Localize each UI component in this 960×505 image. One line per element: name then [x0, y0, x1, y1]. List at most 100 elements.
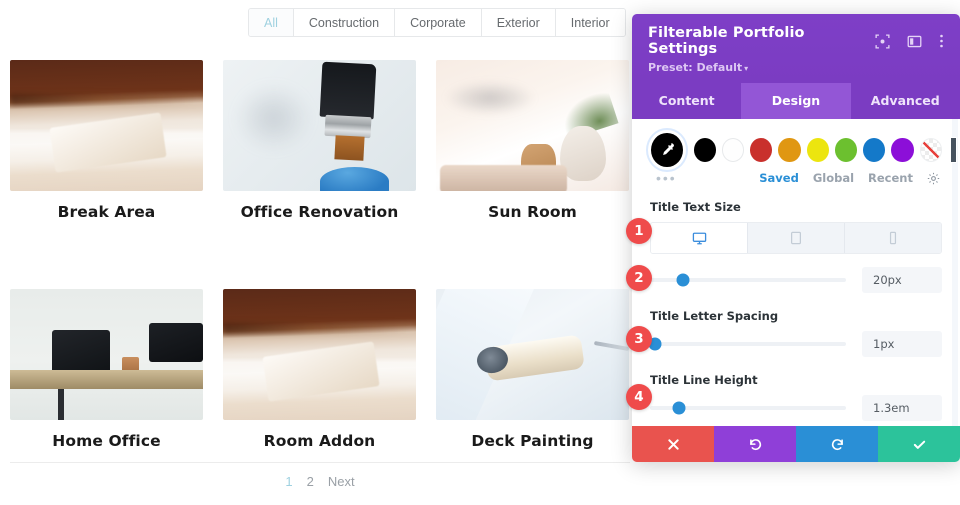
swatch-red[interactable]	[750, 138, 773, 162]
title-text-size-value[interactable]: 20px	[862, 267, 942, 293]
page-2-link[interactable]: 2	[307, 474, 314, 489]
tab-design[interactable]: Design	[741, 83, 851, 119]
tablet-icon[interactable]	[748, 223, 845, 253]
portfolio-item[interactable]: Home Office	[0, 289, 213, 450]
field-label: Title Line Height	[650, 373, 758, 387]
portfolio-image-room-addon[interactable]	[223, 289, 416, 420]
filter-construction[interactable]: Construction	[293, 9, 396, 36]
title-letter-spacing-value[interactable]: 1px	[862, 331, 942, 357]
layout-icon[interactable]	[907, 34, 922, 49]
swatch-green[interactable]	[834, 138, 858, 162]
field-label: Title Letter Spacing	[650, 309, 779, 323]
content-divider	[10, 462, 630, 463]
palette-saved-link[interactable]: Saved	[759, 171, 799, 185]
portfolio-item[interactable]: Sun Room	[426, 60, 639, 221]
device-toggle	[650, 222, 942, 254]
field-label: Title Text Size	[650, 200, 741, 214]
more-vertical-icon[interactable]	[939, 33, 944, 49]
portfolio-title: Office Renovation	[240, 203, 399, 221]
save-button[interactable]	[878, 426, 960, 462]
portfolio-filter-bar: All Construction Corporate Exterior Inte…	[248, 8, 626, 37]
next-page-link[interactable]: Next	[328, 474, 355, 489]
color-swatch-row	[650, 133, 943, 167]
modal-body: ••• Saved Global Recent Title Text Size	[632, 119, 960, 426]
chevron-down-icon: ▾	[744, 64, 749, 73]
desktop-icon[interactable]	[651, 223, 748, 253]
palette-links: Saved Global Recent	[650, 171, 942, 185]
thumbnail-wrap[interactable]	[213, 60, 426, 191]
field-title-letter-spacing: Title Letter Spacing 1px	[648, 309, 942, 357]
tab-advanced[interactable]: Advanced	[851, 83, 960, 119]
gear-icon[interactable]	[927, 172, 940, 185]
filter-corporate[interactable]: Corporate	[395, 9, 482, 36]
thumbnail-wrap[interactable]	[426, 60, 639, 191]
redo-button[interactable]	[796, 426, 878, 462]
portfolio-image-sun-room[interactable]	[436, 60, 629, 191]
tab-content[interactable]: Content	[632, 83, 741, 119]
swatch-orange[interactable]	[778, 138, 801, 162]
slider-row-line-height: 1.3em	[650, 395, 942, 421]
swatch-yellow[interactable]	[806, 138, 829, 162]
page-1-link[interactable]: 1	[285, 474, 292, 489]
modal-header-icons	[875, 33, 944, 49]
slider-knob[interactable]	[672, 401, 686, 415]
modal-tabs: Content Design Advanced	[632, 83, 960, 119]
portfolio-title: Deck Painting	[471, 432, 594, 450]
phone-icon[interactable]	[845, 223, 941, 253]
filter-all[interactable]: All	[249, 9, 294, 36]
slider-knob[interactable]	[676, 273, 690, 287]
field-title-text-size: Title Text Size 20px	[650, 200, 942, 293]
swatch-transparent[interactable]	[919, 138, 943, 162]
step-badge-2: 2	[626, 265, 652, 291]
screenshot-root: All Construction Corporate Exterior Inte…	[0, 0, 960, 505]
preset-label: Preset: Default	[648, 61, 743, 74]
portfolio-title: Home Office	[52, 432, 161, 450]
palette-global-link[interactable]: Global	[813, 171, 854, 185]
portfolio-item[interactable]: Deck Painting	[426, 289, 639, 450]
swatch-white[interactable]	[721, 138, 745, 162]
swatch-black[interactable]	[693, 138, 716, 162]
swatch-purple[interactable]	[891, 138, 914, 162]
swatch-blue[interactable]	[863, 138, 886, 162]
portfolio-item[interactable]: Break Area	[0, 60, 213, 221]
preset-selector[interactable]: Preset: Default ▾	[648, 61, 944, 74]
settings-modal: Filterable Portfolio Settings Preset: De…	[632, 14, 960, 462]
row-spacer	[0, 221, 640, 289]
filterable-portfolio: All Construction Corporate Exterior Inte…	[0, 0, 640, 505]
portfolio-image-home-office[interactable]	[10, 289, 203, 420]
portfolio-item[interactable]: Office Renovation	[213, 60, 426, 221]
undo-button[interactable]	[714, 426, 796, 462]
portfolio-image-break-area[interactable]	[10, 60, 203, 191]
thumbnail-wrap[interactable]	[0, 60, 213, 191]
eyedropper-icon[interactable]	[651, 133, 683, 167]
portfolio-image-office-renovation[interactable]	[223, 60, 416, 191]
portfolio-title: Room Addon	[263, 432, 376, 450]
slider-track	[650, 342, 846, 346]
portfolio-grid: Break Area Office Renovation Sun Room Ho…	[0, 60, 640, 450]
pagination: 1 2 Next	[0, 474, 640, 489]
cancel-button[interactable]	[632, 426, 714, 462]
portfolio-item[interactable]: Room Addon	[213, 289, 426, 450]
modal-title: Filterable Portfolio Settings	[648, 25, 805, 57]
step-badge-3: 3	[626, 326, 652, 352]
filter-exterior[interactable]: Exterior	[481, 9, 556, 36]
title-text-size-slider[interactable]	[650, 270, 846, 290]
modal-scrollbar[interactable]	[950, 119, 958, 426]
thumbnail-wrap[interactable]	[213, 289, 426, 420]
step-badge-1: 1	[626, 218, 652, 244]
title-line-height-value[interactable]: 1.3em	[862, 395, 942, 421]
thumbnail-wrap[interactable]	[0, 289, 213, 420]
title-line-height-slider[interactable]	[650, 398, 846, 418]
portfolio-image-deck-painting[interactable]	[436, 289, 629, 420]
modal-title-row: Filterable Portfolio Settings	[648, 25, 944, 57]
title-letter-spacing-slider[interactable]	[648, 334, 846, 354]
portfolio-title: Break Area	[57, 203, 156, 221]
filter-interior[interactable]: Interior	[555, 9, 625, 36]
slider-row-letter-spacing: 1px	[648, 331, 942, 357]
step-badge-4: 4	[626, 384, 652, 410]
portfolio-title: Sun Room	[488, 203, 577, 221]
scrollbar-thumb[interactable]	[950, 137, 957, 163]
thumbnail-wrap[interactable]	[426, 289, 639, 420]
target-icon[interactable]	[875, 33, 890, 49]
palette-recent-link[interactable]: Recent	[868, 171, 913, 185]
